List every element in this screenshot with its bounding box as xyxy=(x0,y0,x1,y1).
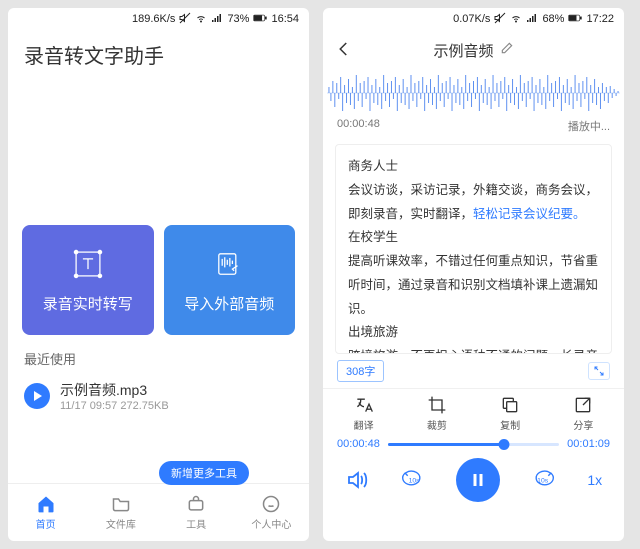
battery-icon xyxy=(568,12,582,27)
action-copy[interactable]: 复制 xyxy=(500,395,520,432)
record-live-card[interactable]: 录音实时转写 xyxy=(22,225,154,335)
t-line: 商务人士 xyxy=(348,155,599,179)
app-title: 录音转文字助手 xyxy=(8,30,309,75)
speed-button[interactable]: 1x xyxy=(587,472,602,488)
rewind-10s-button[interactable]: 10s xyxy=(400,468,424,492)
svg-text:10s: 10s xyxy=(537,478,549,485)
net-speed: 0.07K/s xyxy=(453,13,490,25)
net-speed: 189.6K/s xyxy=(132,13,175,25)
phone-player: 0.07K/s 68% 17:22 示例音频 xyxy=(323,8,624,541)
highlight-link[interactable]: 轻松记录会议纪要。 xyxy=(473,207,586,221)
status-bar: 189.6K/s 73% 16:54 xyxy=(8,8,309,30)
tab-tools[interactable]: 工具 xyxy=(159,484,234,541)
import-audio-label: 导入外部音频 xyxy=(184,293,274,314)
action-translate[interactable]: 翻译 xyxy=(354,395,374,432)
tab-home[interactable]: 首页 xyxy=(8,484,83,541)
import-audio-icon xyxy=(212,247,246,281)
tab-me[interactable]: 个人中心 xyxy=(234,484,309,541)
t-line: 跨境旅游，不再担心语种不通的问题，长录音识别，实时翻译，出门放心！ xyxy=(348,345,599,354)
recent-item[interactable]: 示例音频.mp3 11/17 09:57 272.75KB xyxy=(8,374,309,418)
profile-icon xyxy=(261,494,281,514)
toolbox-icon xyxy=(186,494,206,514)
time-current: 00:00:48 xyxy=(337,438,380,450)
expand-icon xyxy=(593,365,605,377)
waveform[interactable] xyxy=(323,70,624,116)
play-icon xyxy=(24,383,50,409)
t-line: 出境旅游 xyxy=(348,321,599,345)
rewind-icon: 10s xyxy=(400,468,424,492)
recent-file-meta: 11/17 09:57 272.75KB xyxy=(60,400,169,412)
seek-bar[interactable] xyxy=(388,443,559,446)
time-total: 00:01:09 xyxy=(567,438,610,450)
player-header: 示例音频 xyxy=(323,30,624,70)
battery-icon xyxy=(253,12,267,27)
progress-row: 00:00:48 00:01:09 xyxy=(323,434,624,452)
expand-button[interactable] xyxy=(588,362,610,380)
action-trim[interactable]: 裁剪 xyxy=(427,395,447,432)
action-bar: 翻译 裁剪 复制 分享 xyxy=(323,388,624,434)
tab-files[interactable]: 文件库 xyxy=(83,484,158,541)
text-frame-icon xyxy=(71,247,105,281)
waveform-icon xyxy=(327,73,620,113)
new-tools-badge[interactable]: 新增更多工具 xyxy=(159,461,249,485)
phone-home: 189.6K/s 73% 16:54 录音转文字助手 录音实时转写 xyxy=(8,8,309,541)
folder-icon xyxy=(111,494,131,514)
wordcount-row: 308字 xyxy=(323,354,624,384)
svg-text:10s: 10s xyxy=(409,478,421,485)
recent-file-name: 示例音频.mp3 xyxy=(60,380,169,400)
forward-10s-button[interactable]: 10s xyxy=(532,468,556,492)
import-audio-card[interactable]: 导入外部音频 xyxy=(164,225,296,335)
seek-knob[interactable] xyxy=(499,439,510,450)
t-line: 会议访谈，采访记录，外籍交谈，商务会议，即刻录音，实时翻译，轻松记录会议纪要。 xyxy=(348,179,599,227)
volume-button[interactable] xyxy=(345,468,369,492)
clock: 16:54 xyxy=(271,13,299,25)
forward-icon: 10s xyxy=(532,468,556,492)
play-pause-button[interactable] xyxy=(456,458,500,502)
recent-label: 最近使用 xyxy=(8,335,309,374)
wave-meta: 00:00:48 播放中... xyxy=(323,116,624,140)
pause-icon xyxy=(469,471,487,489)
wifi-icon xyxy=(510,12,522,27)
signal-icon xyxy=(211,12,223,27)
mute-icon xyxy=(179,12,191,27)
t-line: 在校学生 xyxy=(348,226,599,250)
translate-icon xyxy=(354,395,374,415)
battery-pct: 73% xyxy=(227,13,249,25)
tab-bar: 首页 文件库 工具 个人中心 xyxy=(8,483,309,541)
status-bar: 0.07K/s 68% 17:22 xyxy=(323,8,624,30)
signal-icon xyxy=(526,12,538,27)
back-button[interactable] xyxy=(335,40,353,62)
wave-state: 播放中... xyxy=(568,118,610,134)
record-live-label: 录音实时转写 xyxy=(43,293,133,314)
copy-icon xyxy=(500,395,520,415)
edit-title-icon[interactable] xyxy=(500,41,514,59)
player-title: 示例音频 xyxy=(433,40,493,61)
play-bar: 10s 10s 1x xyxy=(323,452,624,512)
wifi-icon xyxy=(195,12,207,27)
home-icon xyxy=(36,494,56,514)
t-line: 提高听课效率，不错过任何重点知识，节省重听时间，通过录音和识别文档填补课上遗漏知… xyxy=(348,250,599,321)
volume-icon xyxy=(345,468,369,492)
transcript[interactable]: 商务人士 会议访谈，采访记录，外籍交谈，商务会议，即刻录音，实时翻译，轻松记录会… xyxy=(335,144,612,354)
wave-position: 00:00:48 xyxy=(337,118,380,134)
share-icon xyxy=(573,395,593,415)
crop-icon xyxy=(427,395,447,415)
action-share[interactable]: 分享 xyxy=(573,395,593,432)
mute-icon xyxy=(494,12,506,27)
main-cards: 录音实时转写 导入外部音频 xyxy=(8,225,309,335)
wordcount-pill[interactable]: 308字 xyxy=(337,360,384,382)
battery-pct: 68% xyxy=(542,13,564,25)
clock: 17:22 xyxy=(586,13,614,25)
